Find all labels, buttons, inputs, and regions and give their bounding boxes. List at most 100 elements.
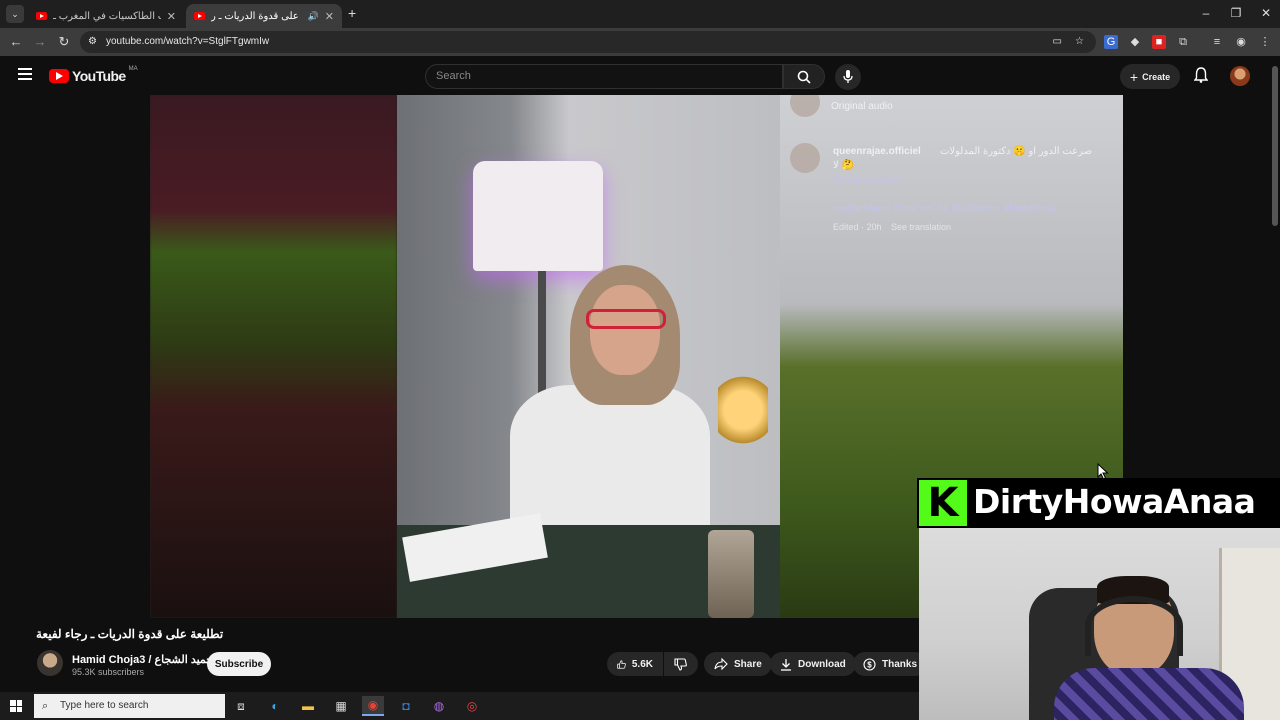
browser-toolbar: ← → ↻ ⚙ youtube.com/watch?v=StglFTgwmIw … [0,28,1280,56]
browser-tab-strip: ⌄ اتجاهات الطاكسيات في المغرب ـ ✕ تطليعة… [0,0,1280,28]
task-view-icon[interactable]: ⧈ [230,696,252,716]
region-code: MA [128,66,138,72]
plus-icon: + [1129,68,1139,85]
page-scrollbar[interactable] [1272,66,1278,226]
speaker-icon[interactable]: 🔊 [308,11,319,22]
extension-diamond-icon[interactable]: ◆ [1128,35,1142,49]
tab-title: تطليعة على قدوة الدريات ـ ر [211,10,302,22]
youtube-play-icon [49,69,69,83]
create-label: Create [1142,71,1171,82]
like-button[interactable]: 5.6K [607,652,663,676]
overlay-caption-line2: لا 🤔 [833,160,854,171]
reload-icon[interactable]: ↻ [56,34,72,50]
subscribe-button[interactable]: Subscribe [207,652,271,676]
windows-taskbar: ⌕ Type here to search ⧈ ◐ ▬ ▦ ◉ ◘ ◍ ◎ [0,692,919,720]
cast-icon[interactable]: ▭ [1053,31,1062,53]
subscriber-count: 95.3K subscribers [72,667,145,677]
tab-title: اتجاهات الطاكسيات في المغرب ـ [53,10,161,22]
thumbs-down-icon [674,657,687,671]
restore-icon[interactable]: ❐ [1226,6,1246,20]
hourglass [708,530,754,618]
tab-current-video[interactable]: تطليعة على قدوة الدريات ـ ر 🔊 ✕ [186,4,342,28]
taskbar-search-icon: ⌕ [42,700,49,712]
tab-search-icon[interactable]: ⌄ [6,5,24,23]
microphone-icon [843,70,853,83]
share-icon [714,658,728,670]
outlook-icon[interactable]: ◘ [395,696,417,716]
webcam-headset [1085,596,1183,656]
video-title: تطليعة على قدوة الدريات ـ رجاء لفيعة [36,627,224,641]
new-tab-button[interactable]: + [348,5,356,21]
search-button[interactable] [783,64,825,89]
dislike-button[interactable] [664,652,698,676]
overlay-edited: Edited · 20h [833,222,882,232]
forward-icon[interactable]: → [32,34,48,49]
search-input[interactable]: Search [425,64,783,89]
light-bulb [718,370,768,450]
profile-icon[interactable]: ◉ [1234,35,1248,49]
lamp-shade [473,161,603,271]
thanks-button[interactable]: $ Thanks [853,652,928,676]
youtube-header: YouTube MA Search + Create [0,56,1280,96]
download-button[interactable]: Download [770,652,856,676]
share-button[interactable]: Share [704,652,772,676]
youtube-logo-text: YouTube [72,68,126,84]
person-face [590,285,660,375]
file-explorer-icon[interactable]: ▬ [297,696,319,716]
svg-text:$: $ [867,660,872,669]
channel-name[interactable]: Hamid Choja3 / حميد الشجاع [72,653,213,666]
channel-avatar[interactable] [37,650,63,676]
close-window-icon[interactable]: ✕ [1256,6,1276,20]
user-avatar[interactable] [1230,66,1250,86]
bookmark-star-icon[interactable]: ☆ [1075,31,1084,53]
address-bar[interactable]: ⚙ youtube.com/watch?v=StglFTgwmIw ▭ ☆ [80,31,1096,53]
share-label: Share [734,658,762,670]
back-icon[interactable]: ← [8,34,24,49]
extension-red-icon[interactable]: ■ [1152,35,1166,49]
translate-extension-icon[interactable]: G [1104,35,1118,49]
media-controls-icon[interactable]: ≡ [1210,35,1224,49]
taskbar-search-input[interactable]: ⌕ Type here to search [34,694,225,718]
search-icon [797,70,811,84]
overlay-avatar-user [790,143,820,173]
taskbar-search-placeholder: Type here to search [60,700,149,711]
notifications-bell-icon[interactable] [1193,67,1209,88]
hamburger-menu-icon[interactable] [18,68,32,80]
minimize-icon[interactable]: – [1196,6,1216,20]
voice-search-button[interactable] [835,64,861,90]
close-icon[interactable]: ✕ [325,10,334,23]
create-button[interactable]: + Create [1120,64,1180,89]
browser-menu-icon[interactable]: ⋮ [1258,35,1272,49]
url-text: youtube.com/watch?v=StglFTgwmIw [106,36,270,47]
edge-icon[interactable]: ◐ [264,696,286,716]
windows-start-icon[interactable] [10,700,22,712]
mouse-cursor-icon [1097,463,1109,480]
thanks-icon: $ [863,657,876,671]
overlay-username: queenrajae.officiel [833,146,921,157]
overlay-mention: @realmemaroc [833,175,902,186]
site-info-icon[interactable]: ⚙ [88,31,97,53]
kick-logo-icon: K [919,480,967,526]
youtube-favicon-icon [36,12,47,20]
extensions-puzzle-icon[interactable]: ⧉ [1176,35,1190,49]
overlay-caption-line1: صرعت الدور او 🤫 دكتورة المدلولات [940,146,1093,157]
webcam-person-shirt [1054,668,1244,720]
overlay-see-translation: See translation [891,222,952,232]
video-frame-left-blur [150,95,397,618]
download-icon [781,658,791,671]
youtube-logo[interactable]: YouTube MA [49,66,138,84]
like-count: 5.6K [631,658,653,670]
audio-label: Original audio [831,101,893,112]
recording-app-icon[interactable]: ◎ [461,696,483,716]
overlay-hashtags: realmeMaroc #realmeC71 #bigbattery #Make… [833,203,1056,214]
thumbs-up-icon [617,659,626,669]
tab-taxi-directions[interactable]: اتجاهات الطاكسيات في المغرب ـ ✕ [28,4,184,28]
close-icon[interactable]: ✕ [167,10,176,23]
microsoft-store-icon[interactable]: ▦ [330,696,352,716]
chrome-icon[interactable]: ◉ [362,696,384,716]
download-label: Download [798,658,846,670]
streamer-name: DirtyHowaAnaa [973,482,1256,521]
chat-app-icon[interactable]: ◍ [428,696,450,716]
youtube-favicon-icon [194,12,205,20]
thanks-label: Thanks [882,658,918,670]
